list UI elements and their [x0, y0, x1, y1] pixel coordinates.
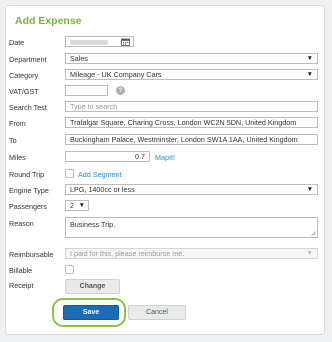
department-value: Sales — [70, 54, 88, 63]
reason-textarea[interactable]: Business Trip. — [65, 217, 318, 238]
from-input[interactable]: Trafalgar Square, Charing Cross, London … — [65, 117, 318, 128]
vat-row: VAT/GST ? — [0, 85, 332, 97]
date-row: Date — [0, 36, 332, 48]
reimbursable-value: I paid for this, please reimburse me. — [70, 249, 185, 258]
passengers-value: 2 — [70, 201, 74, 210]
round-trip-checkbox[interactable] — [65, 169, 74, 178]
category-select[interactable]: Mileage - UK Company Cars ▼ — [65, 69, 318, 80]
cancel-button[interactable]: Cancel — [128, 305, 186, 320]
miles-row: Miles 0.7 MapIt! — [0, 151, 332, 163]
from-label: From — [9, 119, 26, 128]
chevron-down-icon: ▼ — [306, 186, 313, 193]
chevron-down-icon: ▼ — [306, 250, 313, 257]
reason-value: Business Trip. — [70, 220, 116, 229]
reimbursable-label: Reimbursable — [9, 250, 54, 259]
engine-type-row: Engine Type LPG, 1400cc or less ▼ — [0, 184, 332, 196]
to-label: To — [9, 136, 17, 145]
vat-input[interactable] — [65, 85, 108, 96]
department-label: Department — [9, 55, 47, 64]
department-row: Department Sales ▼ — [0, 53, 332, 65]
billable-checkbox[interactable] — [65, 265, 74, 274]
search-label: Search Test — [9, 103, 47, 112]
category-row: Category Mileage - UK Company Cars ▼ — [0, 69, 332, 81]
search-row: Search Test Type to search — [0, 101, 332, 113]
engine-type-select[interactable]: LPG, 1400cc or less ▼ — [65, 184, 318, 195]
help-icon[interactable]: ? — [116, 86, 125, 95]
save-button[interactable]: Save — [63, 305, 119, 320]
from-row: From Trafalgar Square, Charing Cross, Lo… — [0, 117, 332, 129]
page-title: Add Expense — [15, 15, 82, 27]
miles-input[interactable]: 0.7 — [65, 151, 150, 162]
round-trip-label: Round Trip — [9, 170, 45, 179]
date-input[interactable] — [65, 36, 134, 47]
date-label: Date — [9, 38, 25, 47]
engine-type-value: LPG, 1400cc or less — [70, 185, 135, 194]
round-trip-row: Round Trip Add Segment — [0, 168, 332, 180]
reason-row: Reason Business Trip. — [0, 217, 332, 239]
department-select[interactable]: Sales ▼ — [65, 53, 318, 64]
reimbursable-row: Reimbursable I paid for this, please rei… — [0, 248, 332, 260]
billable-row: Billable — [0, 264, 332, 276]
search-input[interactable]: Type to search — [65, 101, 318, 112]
resize-grip-icon[interactable] — [311, 231, 316, 236]
change-receipt-button[interactable]: Change — [65, 279, 120, 294]
receipt-row: Receipt Change — [0, 279, 332, 295]
miles-label: Miles — [9, 153, 26, 162]
add-segment-link[interactable]: Add Segment — [78, 170, 122, 179]
to-row: To Buckingham Palace, Westminster, Londo… — [0, 134, 332, 146]
reason-label: Reason — [9, 219, 34, 228]
passengers-select[interactable]: 2 ▼ — [65, 200, 89, 211]
category-value: Mileage - UK Company Cars — [70, 70, 162, 79]
chevron-down-icon: ▼ — [78, 202, 85, 209]
mapit-link[interactable]: MapIt! — [155, 153, 175, 162]
billable-label: Billable — [9, 266, 33, 275]
vat-label: VAT/GST — [9, 87, 39, 96]
passengers-row: Passengers 2 ▼ — [0, 200, 332, 212]
category-label: Category — [9, 71, 39, 80]
chevron-down-icon: ▼ — [306, 71, 313, 78]
engine-type-label: Engine Type — [9, 186, 49, 195]
calendar-icon[interactable] — [121, 38, 130, 46]
receipt-label: Receipt — [9, 281, 34, 290]
reimbursable-select: I paid for this, please reimburse me. ▼ — [65, 248, 318, 259]
passengers-label: Passengers — [9, 202, 47, 211]
date-value-redacted — [70, 39, 108, 45]
chevron-down-icon: ▼ — [306, 55, 313, 62]
to-input[interactable]: Buckingham Palace, Westminster, London S… — [65, 134, 318, 145]
